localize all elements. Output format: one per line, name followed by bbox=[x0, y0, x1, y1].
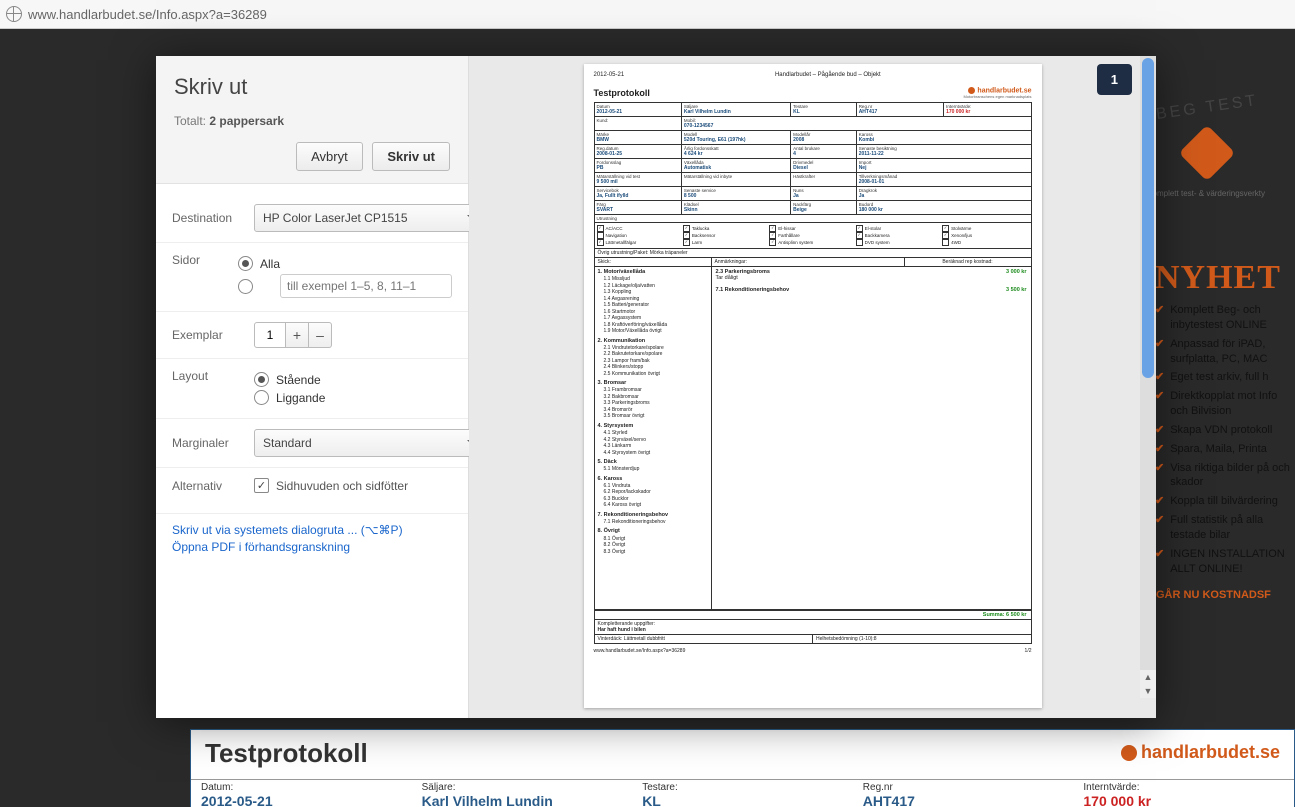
feature-item: ✔Visa riktiga bilder på och skador bbox=[1155, 461, 1295, 491]
url-text: www.handlarbudet.se/Info.aspx?a=36289 bbox=[28, 7, 267, 22]
layout-portrait-radio[interactable]: Stående bbox=[254, 372, 452, 387]
print-button[interactable]: Skriv ut bbox=[372, 142, 450, 171]
headers-checkbox[interactable]: ✓Sidhuvuden och sidfötter bbox=[254, 478, 452, 493]
feature-item: ✔Koppla till bilvärdering bbox=[1155, 494, 1295, 509]
cancel-button[interactable]: Avbryt bbox=[296, 142, 363, 171]
copies-stepper[interactable]: + – bbox=[254, 322, 452, 348]
scrollbar-thumb[interactable] bbox=[1142, 58, 1154, 378]
dialog-title: Skriv ut bbox=[174, 74, 450, 100]
check-icon: ✔ bbox=[1155, 303, 1164, 333]
equip-item: ✓Antisplinn system bbox=[769, 239, 855, 246]
globe-icon bbox=[6, 6, 22, 22]
feature-item: ✔Komplett Beg- och inbytestest ONLINE bbox=[1155, 303, 1295, 333]
preview-scrollbar[interactable]: ▲ ▼ bbox=[1140, 56, 1156, 698]
options-label: Alternativ bbox=[172, 479, 254, 493]
margins-label: Marginaler bbox=[172, 436, 254, 450]
inspection-sections: 1. Motor/växellåda1.1 Missljud1.2 Läckag… bbox=[595, 267, 712, 609]
layout-label: Layout bbox=[172, 369, 254, 383]
equip-item: ✓Farthållare bbox=[769, 232, 855, 239]
equip-item: 4WD bbox=[942, 239, 1028, 246]
preview-page-1: 2012-05-21 Handlarbudet – Pågående bud –… bbox=[584, 64, 1042, 708]
destination-label: Destination bbox=[172, 211, 254, 225]
feature-item: ✔Direktkopplat mot Info och Bilvision bbox=[1155, 389, 1295, 419]
equip-item: ✓Backsensor bbox=[683, 232, 769, 239]
system-dialog-link[interactable]: Skriv ut via systemets dialogruta ... (⌥… bbox=[172, 522, 452, 539]
equip-item: ✓AC/ACC bbox=[597, 225, 683, 232]
background-lower-protocol: Testprotokoll handlarbudet.se Datum:2012… bbox=[190, 729, 1295, 807]
equip-item: ✓Backkamera bbox=[856, 232, 942, 239]
equip-item: ✓Stolvärme bbox=[942, 225, 1028, 232]
check-icon: ✔ bbox=[1155, 494, 1164, 509]
equip-item: ✓Larm bbox=[683, 239, 769, 246]
pages-range-radio[interactable] bbox=[238, 274, 452, 298]
equip-item: DVD system bbox=[856, 239, 942, 246]
scroll-up-icon[interactable]: ▲ bbox=[1140, 670, 1156, 684]
doc-brand: handlarbudet.seMotorbranschens egen mark… bbox=[963, 87, 1031, 99]
check-icon: ✔ bbox=[1155, 370, 1164, 385]
equip-item: ✓Lättmetallfälgar bbox=[597, 239, 683, 246]
destination-select[interactable]: HP Color LaserJet CP1515 bbox=[254, 204, 484, 232]
print-dialog: Skriv ut Totalt: 2 pappersark Avbryt Skr… bbox=[156, 56, 1156, 718]
equip-item: Navigation bbox=[597, 232, 683, 239]
check-icon: ✔ bbox=[1155, 337, 1164, 367]
pages-all-radio[interactable]: Alla bbox=[238, 256, 452, 271]
check-icon: ✔ bbox=[1155, 442, 1164, 457]
nyhet-heading: NYHET bbox=[1155, 259, 1295, 297]
feature-item: ✔Anpassad för iPAD, surfplatta, PC, MAC bbox=[1155, 337, 1295, 367]
layout-landscape-radio[interactable]: Liggande bbox=[254, 390, 452, 405]
sum-row: Summa: 6 500 kr bbox=[594, 610, 1032, 620]
doc-info-table: Datum2012-05-21 SäljareKarl Vilhelm Lund… bbox=[594, 102, 1032, 223]
equip-item: ✓Taklucka bbox=[683, 225, 769, 232]
check-icon: ✔ bbox=[1155, 423, 1164, 438]
copies-label: Exemplar bbox=[172, 328, 254, 342]
copies-minus-button[interactable]: – bbox=[309, 322, 332, 348]
check-icon: ✔ bbox=[1155, 547, 1164, 577]
pages-range-input[interactable] bbox=[280, 274, 452, 298]
margins-select[interactable]: Standard bbox=[254, 429, 484, 457]
equip-item: ✓El-hissar bbox=[769, 225, 855, 232]
open-pdf-link[interactable]: Öppna PDF i förhandsgranskning bbox=[172, 539, 452, 556]
print-preview-area: 1 ▲ ▼ 2012-05-21 Handlarbudet – Pågående… bbox=[469, 56, 1156, 718]
print-settings-sidebar: Skriv ut Totalt: 2 pappersark Avbryt Skr… bbox=[156, 56, 469, 718]
check-icon: ✔ bbox=[1155, 513, 1164, 543]
feature-item: ✔INGEN INSTALLATION ALLT ONLINE! bbox=[1155, 547, 1295, 577]
browser-address-bar[interactable]: www.handlarbudet.se/Info.aspx?a=36289 bbox=[0, 0, 1295, 29]
remarks-column: 2.3 Parkeringsbroms3 000 krTar dåligt7.1… bbox=[712, 267, 1031, 609]
feature-item: ✔Spara, Maila, Printa bbox=[1155, 442, 1295, 457]
scroll-down-icon[interactable]: ▼ bbox=[1140, 684, 1156, 698]
copies-input[interactable] bbox=[254, 322, 286, 348]
total-pages: Totalt: 2 pappersark bbox=[174, 114, 450, 128]
check-icon: ✔ bbox=[1155, 389, 1164, 419]
feature-item: ✔Skapa VDN protokoll bbox=[1155, 423, 1295, 438]
doc-title: Testprotokoll bbox=[594, 88, 650, 98]
footer-note: INGÅR NU KOSTNADSF bbox=[1145, 589, 1295, 601]
check-icon: ✔ bbox=[1155, 461, 1164, 491]
equip-item: ✓El-stolar bbox=[856, 225, 942, 232]
feature-item: ✔Eget test arkiv, full h bbox=[1155, 370, 1295, 385]
page-number-badge: 1 bbox=[1097, 64, 1132, 95]
copies-plus-button[interactable]: + bbox=[286, 322, 309, 348]
equip-item: ✓Xenon/ljus bbox=[942, 232, 1028, 239]
beg-test-logo: BEG TEST komplett test- & värderingsverk… bbox=[1149, 99, 1265, 198]
equipment-list: ✓AC/ACC✓Taklucka✓El-hissar✓El-stolar✓Sto… bbox=[594, 223, 1032, 249]
feature-item: ✔Full statistik på alla testade bilar bbox=[1155, 513, 1295, 543]
pages-label: Sidor bbox=[172, 253, 238, 267]
bg-brand: handlarbudet.se bbox=[1121, 742, 1280, 763]
